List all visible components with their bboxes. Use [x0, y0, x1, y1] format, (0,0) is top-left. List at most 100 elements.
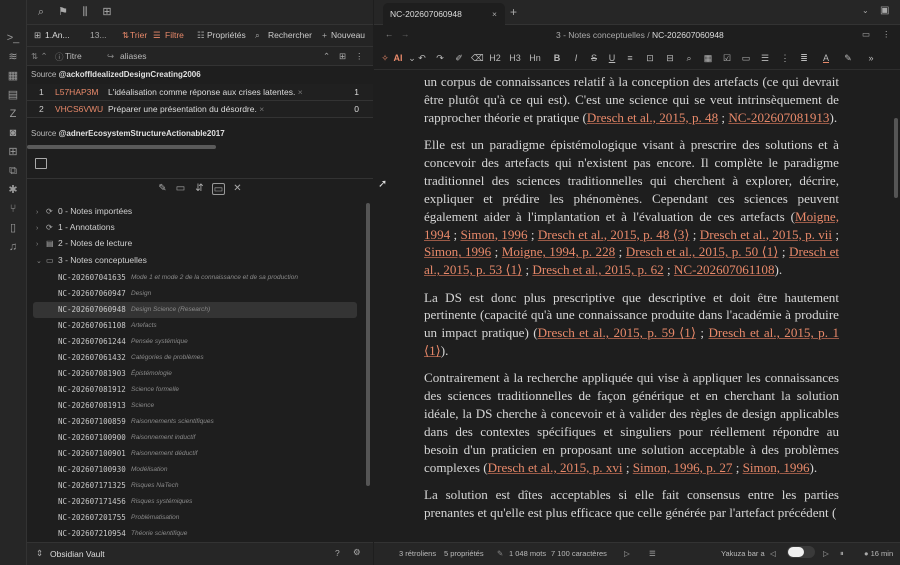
code-icon[interactable]: ⊡ [644, 52, 656, 64]
redo-icon[interactable]: ↷ [434, 52, 446, 64]
properties-count[interactable]: 5 propriétés [444, 549, 484, 558]
table-icon[interactable]: ▦ [702, 52, 714, 64]
playlist-icon[interactable]: ☰ [649, 549, 656, 558]
more-tools-icon[interactable]: » [865, 52, 877, 64]
tree-folder[interactable]: › ⟳ 1 - Annotations [36, 222, 115, 238]
bases-icon[interactable]: ⊞ [99, 5, 115, 19]
grid-icon[interactable]: ▦ [6, 69, 20, 83]
note-item[interactable]: NC-202607060948 Design Science (Research) [33, 302, 357, 318]
editor-pane[interactable]: un corpus de connaissances relatif à la … [374, 70, 900, 542]
chevron-up-icon[interactable]: ⌃ [323, 51, 330, 62]
git-branch-icon[interactable]: ⑂ [6, 202, 20, 216]
chevrons-icon[interactable]: ⇕ [36, 548, 43, 559]
filter-button[interactable]: Filtre [165, 30, 184, 40]
note-item[interactable]: NC-202607100901 Raisonnement déductif [33, 446, 357, 462]
citation-link[interactable]: Dresch et al., 2015, p. xvi [488, 460, 623, 475]
citation-link[interactable]: Dresch et al., 2015, p. 48 ⟨3⟩ [538, 227, 690, 242]
folder-icon[interactable] [35, 158, 47, 169]
heading3-button[interactable]: H3 [508, 52, 522, 64]
column-title[interactable]: Titre [65, 51, 82, 61]
reading-view-icon[interactable]: ▭ [862, 29, 870, 40]
note-item[interactable]: NC-202607100859 Raisonnements scientifiqu… [33, 414, 357, 430]
properties-button[interactable]: Propriétés [207, 30, 246, 40]
eraser-icon[interactable]: ⌫ [471, 52, 484, 64]
forward-arrow-icon[interactable]: → [401, 29, 410, 39]
tree-folder[interactable]: ⌄ ▭ 3 - Notes conceptuelles [36, 255, 147, 271]
align-icon[interactable]: ≣ [798, 52, 810, 64]
citation-link[interactable]: Dresch et al., 2015, p. vii [700, 227, 832, 242]
remove-icon[interactable]: × [259, 104, 264, 114]
note-item[interactable]: NC-202607081912 Science formelle [33, 382, 357, 398]
more-icon[interactable]: ⋮ [355, 51, 364, 62]
ai-sparkle-icon[interactable]: ✧ [379, 52, 391, 64]
file-icon[interactable]: ▯ [6, 221, 20, 235]
citation-link[interactable]: NC-202607061108 [674, 262, 775, 277]
close-icon[interactable]: × [492, 9, 497, 19]
explorer-scrollbar[interactable] [366, 203, 370, 486]
italic-icon[interactable]: I [570, 52, 582, 64]
note-item[interactable]: NC-202607041635 Mode 1 et mode 2 de la co… [33, 270, 357, 286]
table-row[interactable]: 2 VHCS6VWU Préparer une présentation du … [27, 101, 373, 118]
citation-link[interactable]: NC-202607081913 [728, 110, 829, 125]
collapse-icon[interactable]: ⇅ ⌃ [31, 51, 48, 62]
calendar-icon[interactable]: ▤ [6, 88, 20, 102]
column-aliases[interactable]: aliases [120, 51, 146, 61]
new-note-icon[interactable]: ✎ [156, 183, 169, 195]
auto-reveal-icon[interactable]: ▭ [212, 183, 225, 195]
forward-icon[interactable]: ▷ [823, 549, 829, 558]
help-icon[interactable]: ? [335, 548, 340, 558]
code-block-icon[interactable]: ⊟ [664, 52, 676, 64]
row-id[interactable]: VHCS6VWU [55, 104, 103, 114]
numbered-list-icon[interactable]: ⋮ [779, 52, 791, 64]
player-toggle[interactable] [787, 546, 815, 558]
table-icon[interactable]: ⊞ [6, 145, 20, 159]
citation-link[interactable]: Dresch et al., 2015, p. 62 [532, 262, 663, 277]
row-id[interactable]: L57HAP3M [55, 87, 98, 97]
table-row[interactable]: 1 L57HAP3M L'idéalisation comme réponse … [27, 84, 373, 101]
highlight-icon[interactable]: ≡ [624, 52, 636, 64]
sort-button[interactable]: Trier [130, 30, 147, 40]
citation-link[interactable]: Simon, 1996 [743, 460, 810, 475]
remove-icon[interactable]: × [298, 87, 303, 97]
view-table-icon[interactable]: ⊞ [34, 30, 41, 41]
underline-icon[interactable]: U [606, 52, 618, 64]
comment-icon[interactable]: ▭ [740, 52, 752, 64]
back-arrow-icon[interactable]: ← [385, 29, 394, 39]
citation-link[interactable]: Simon, 1996 [461, 227, 528, 242]
heading2-button[interactable]: H2 [488, 52, 502, 64]
tab-note[interactable]: NC-202607060948 × [383, 3, 505, 25]
bookmark-icon[interactable]: ⚑ [55, 5, 71, 19]
note-item[interactable]: NC-202607081903 Épistémologie [33, 366, 357, 382]
new-button[interactable]: Nouveau [331, 30, 365, 40]
note-item[interactable]: NC-202607060947 Design [33, 286, 357, 302]
ai-button[interactable]: AI [391, 52, 405, 64]
undo-icon[interactable]: ↶ [416, 52, 428, 64]
note-item[interactable]: NC-202607100930 Modélisation [33, 462, 357, 478]
new-folder-icon[interactable]: ▭ [174, 183, 187, 195]
citation-link[interactable]: Dresch et al., 2015, p. 59 ⟨1⟩ [538, 325, 696, 340]
citation-link[interactable]: Dresch et al., 2015, p. 48 [587, 110, 718, 125]
sort-order-icon[interactable]: ⇵ [193, 183, 206, 195]
layers-icon[interactable]: ≋ [6, 50, 20, 64]
citation-link[interactable]: Simon, 1996 [424, 244, 491, 259]
note-item[interactable]: NC-202607171325 Risques NaTech [33, 478, 357, 494]
edit-mode-icon[interactable]: ✎ [497, 549, 503, 558]
tree-folder[interactable]: › ▤ 2 - Notes de lecture [36, 238, 132, 254]
music-icon[interactable]: ♫ [6, 240, 20, 254]
horizontal-scrollbar[interactable] [27, 145, 216, 149]
note-item[interactable]: NC-202607171456 Risques systémiques [33, 494, 357, 510]
add-column-icon[interactable]: ⊞ [339, 51, 346, 62]
attachment-icon[interactable]: ⌕ [683, 52, 695, 64]
robot-icon[interactable]: ◙ [6, 126, 20, 140]
search-icon[interactable]: ⌕ [33, 5, 49, 19]
play-icon[interactable]: ▷ [624, 549, 630, 558]
backlinks-count[interactable]: 3 rétroliens [399, 549, 436, 558]
tree-folder[interactable]: › ⟳ 0 - Notes importées [36, 206, 132, 222]
heading-n-button[interactable]: Hn [528, 52, 542, 64]
checklist-icon[interactable]: ☑ [721, 52, 733, 64]
font-color-icon[interactable]: A [820, 52, 832, 64]
zotero-icon[interactable]: Z [6, 107, 20, 121]
editor-scrollbar[interactable] [894, 118, 898, 198]
view-selector-other[interactable]: 13... [90, 30, 107, 40]
note-item[interactable]: NC-202607061432 Catégories de problèmes [33, 350, 357, 366]
